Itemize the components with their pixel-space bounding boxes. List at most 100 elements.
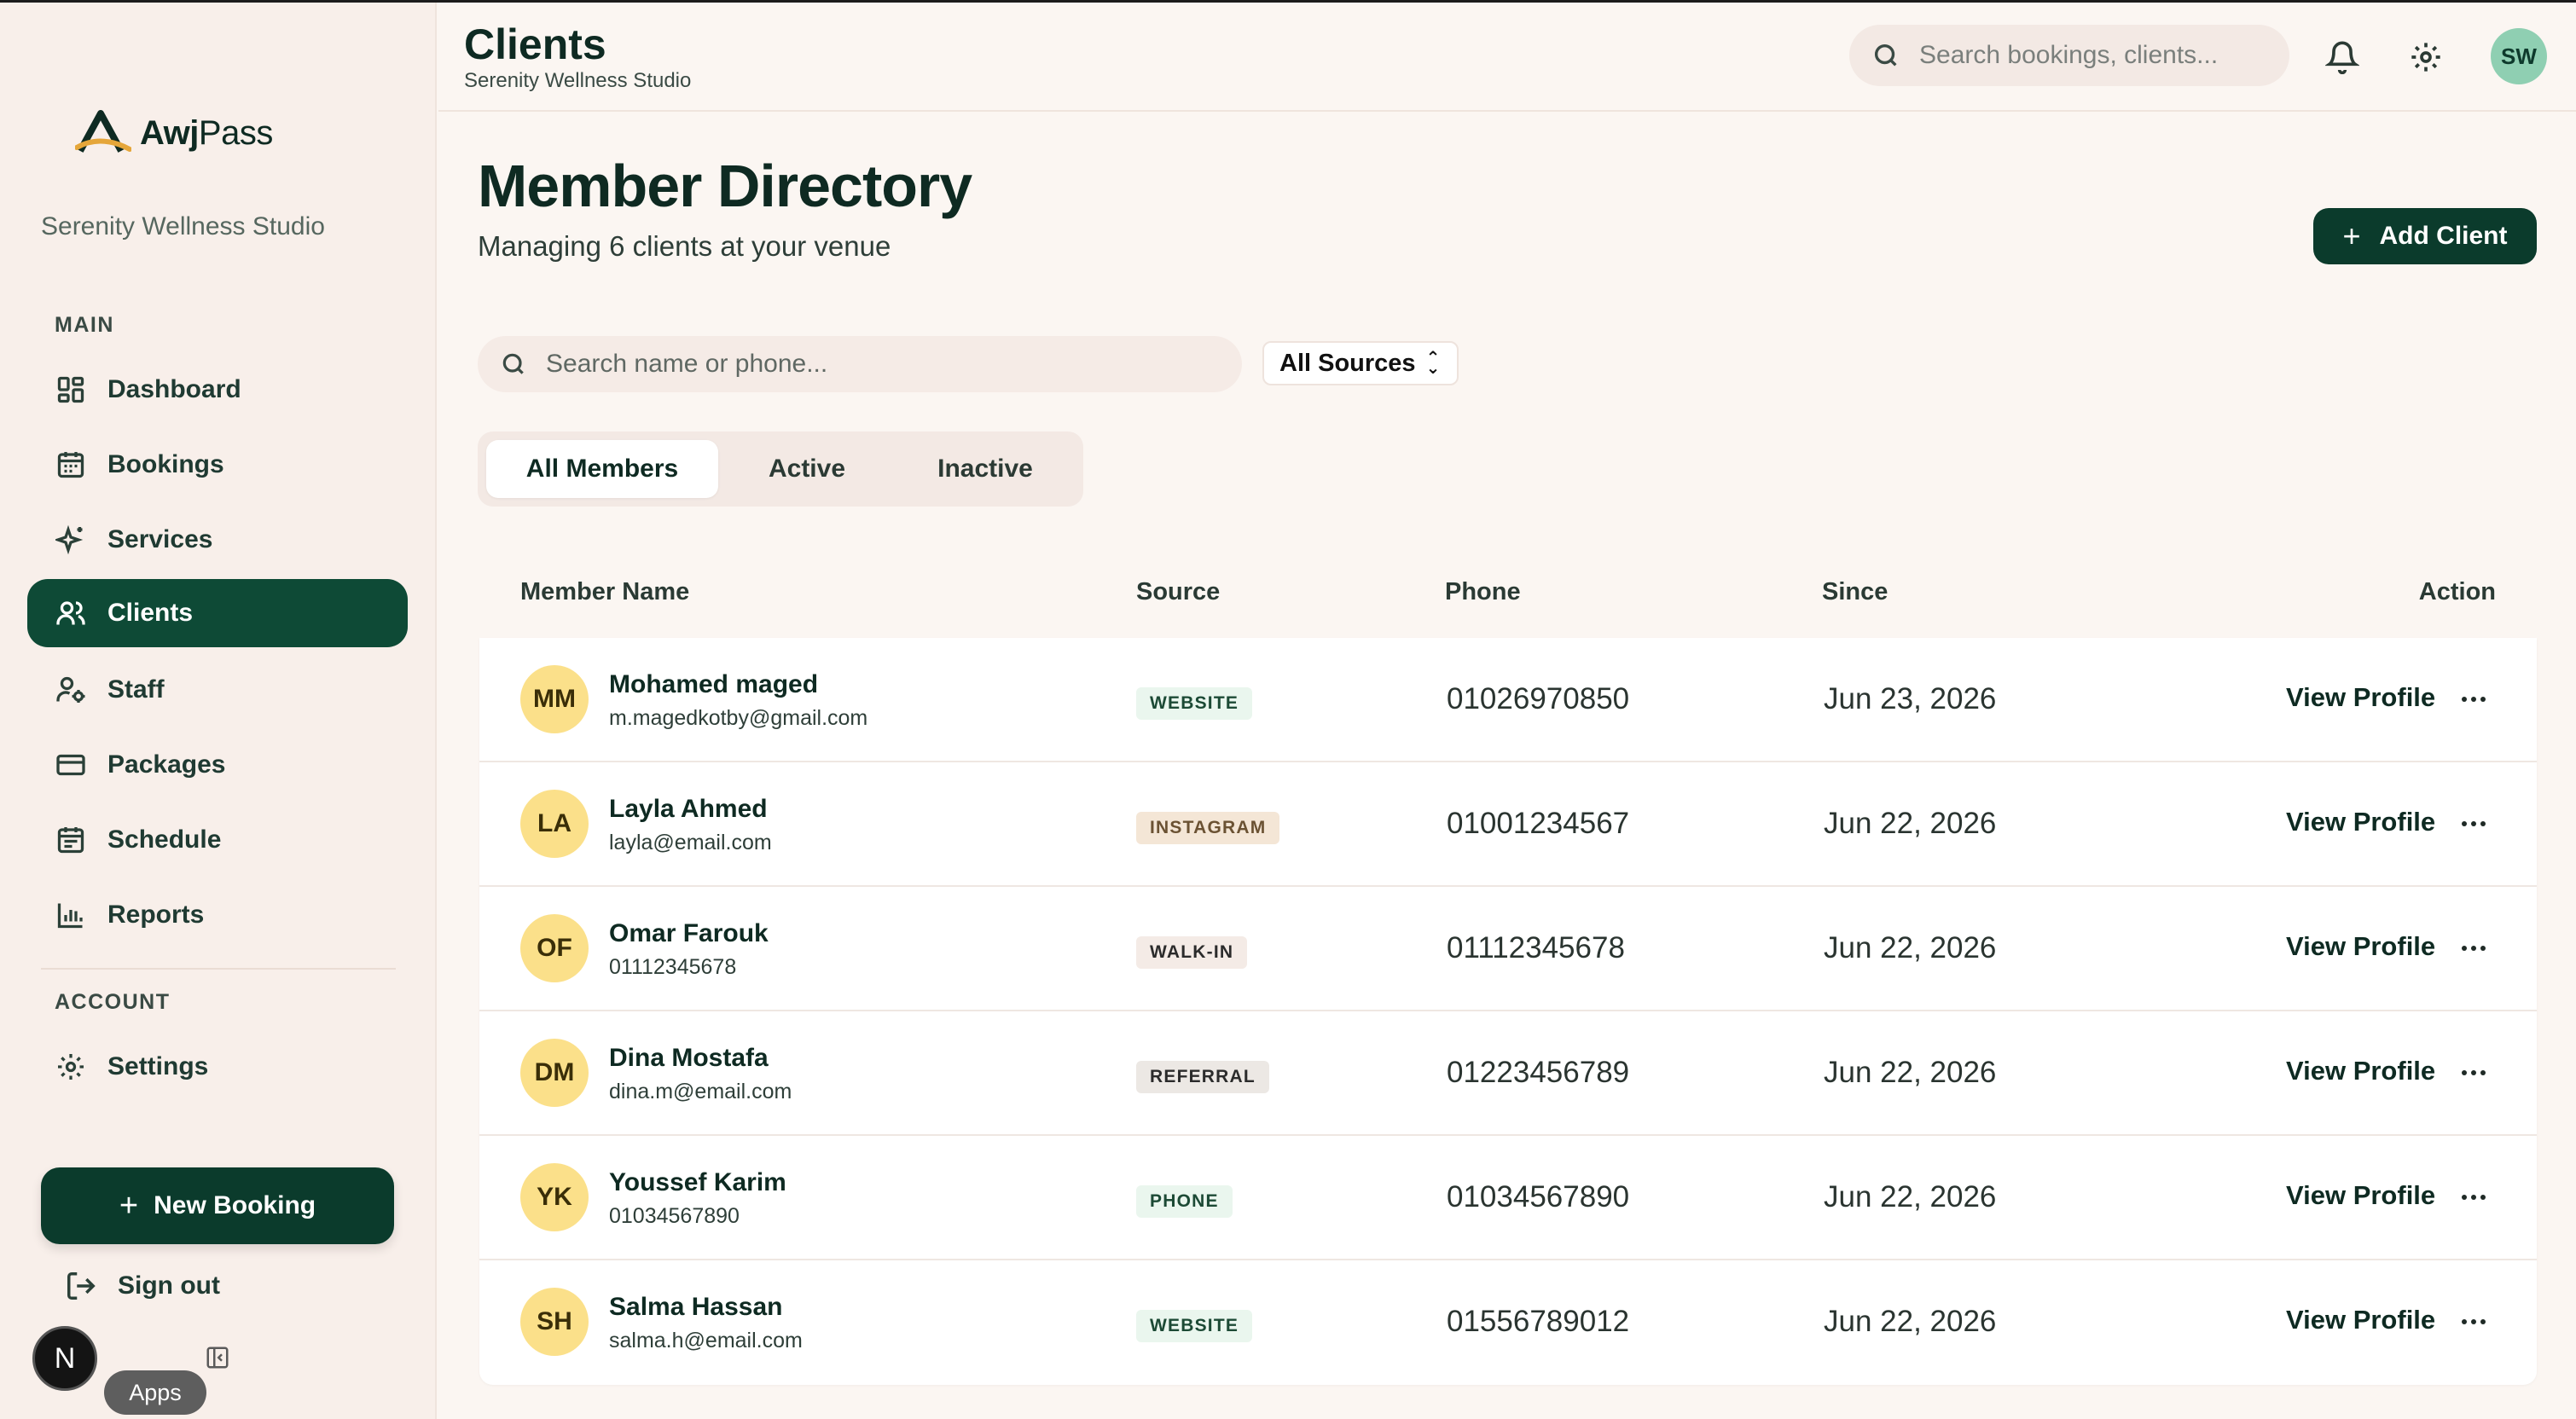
chart-icon	[55, 899, 87, 931]
source-badge: WEBSITE	[1136, 687, 1253, 720]
more-options-icon[interactable]	[2457, 931, 2491, 965]
member-name: Omar Farouk	[609, 919, 769, 947]
view-profile-link[interactable]: View Profile	[2286, 1180, 2435, 1211]
table-row[interactable]: OF Omar Farouk 01112345678 WALK-IN 011123456…	[479, 887, 2537, 1011]
sidebar-item-label: Services	[107, 525, 213, 553]
members-table: MM Mohamed maged m.magedkotby@gmail.com WEB…	[479, 638, 2537, 1385]
sparkles-icon	[55, 524, 87, 556]
member-phone: 01034567890	[1447, 1180, 1630, 1213]
source-badge: WALK-IN	[1136, 936, 1248, 969]
view-profile-link[interactable]: View Profile	[2286, 682, 2435, 713]
tab-all-members[interactable]: All Members	[486, 440, 718, 498]
n-badge-button[interactable]: N	[32, 1326, 97, 1391]
directory-subtitle: Managing 6 clients at your venue	[478, 230, 891, 262]
sidebar-item-label: Settings	[107, 1052, 209, 1080]
gear-icon[interactable]	[2409, 40, 2443, 74]
source-filter-select[interactable]: All Sources ⌃ ⌄	[1262, 341, 1459, 385]
sidebar-item-services[interactable]: Services	[27, 506, 408, 574]
member-since: Jun 22, 2026	[1824, 807, 1997, 840]
member-name: Mohamed maged	[609, 670, 819, 698]
directory-title: Member Directory	[478, 153, 972, 219]
sidebar-item-label: Dashboard	[107, 375, 241, 403]
sidebar-item-label: Packages	[107, 750, 226, 779]
page-title: Clients	[464, 20, 606, 68]
member-search-input[interactable]: Search name or phone...	[478, 336, 1242, 392]
more-options-icon[interactable]	[2457, 682, 2491, 716]
tab-inactive[interactable]: Inactive	[896, 440, 1075, 498]
new-booking-button[interactable]: + New Booking	[41, 1167, 394, 1244]
venue-name: Serenity Wellness Studio	[41, 212, 325, 240]
source-badge: PHONE	[1136, 1185, 1233, 1218]
sidebar-item-packages[interactable]: Packages	[27, 731, 408, 799]
member-contact: layla@email.com	[609, 831, 772, 854]
logo-text: AwjPass	[140, 113, 273, 152]
member-since: Jun 22, 2026	[1824, 1056, 1997, 1089]
member-name: Layla Ahmed	[609, 795, 768, 823]
global-search-placeholder: Search bookings, clients...	[1919, 41, 2219, 69]
sidebar-item-reports[interactable]: Reports	[27, 881, 408, 949]
top-header: Clients Serenity Wellness Studio Search …	[438, 3, 2576, 112]
view-profile-link[interactable]: View Profile	[2286, 931, 2435, 962]
member-phone: 01223456789	[1447, 1056, 1630, 1089]
member-since: Jun 23, 2026	[1824, 682, 1997, 715]
table-row[interactable]: LA Layla Ahmed layla@email.com INSTAGRAM 010…	[479, 762, 2537, 887]
dashboard-icon	[55, 374, 87, 406]
schedule-icon	[55, 824, 87, 856]
sidebar-divider	[41, 968, 396, 970]
table-row[interactable]: DM Dina Mostafa dina.m@email.com REFERRAL 01…	[479, 1011, 2537, 1136]
member-status-tabs: All Members Active Inactive	[478, 431, 1083, 507]
gear-icon	[55, 1051, 87, 1083]
column-header-phone: Phone	[1445, 578, 1521, 605]
member-contact: 01034567890	[609, 1204, 740, 1228]
sidebar-item-schedule[interactable]: Schedule	[27, 806, 408, 874]
sidebar-item-settings[interactable]: Settings	[27, 1033, 408, 1101]
sidebar-item-label: Schedule	[107, 825, 222, 854]
table-row[interactable]: YK Youssef Karim 01034567890 PHONE 010345678…	[479, 1136, 2537, 1260]
member-avatar: SH	[520, 1288, 589, 1356]
column-header-since: Since	[1822, 578, 1888, 605]
logo[interactable]: AwjPass	[75, 108, 273, 158]
member-contact: salma.h@email.com	[609, 1329, 803, 1352]
member-contact: 01112345678	[609, 955, 737, 979]
more-options-icon[interactable]	[2457, 1305, 2491, 1339]
add-client-button[interactable]: + Add Client	[2313, 208, 2537, 264]
source-badge: WEBSITE	[1136, 1310, 1253, 1342]
view-profile-link[interactable]: View Profile	[2286, 1305, 2435, 1335]
user-cog-icon	[55, 674, 87, 706]
sidebar-item-dashboard[interactable]: Dashboard	[27, 356, 408, 424]
source-badge: INSTAGRAM	[1136, 812, 1280, 844]
sidebar-item-bookings[interactable]: Bookings	[27, 431, 408, 499]
logout-icon	[67, 1272, 96, 1300]
sidebar-item-label: Clients	[107, 599, 194, 627]
sidebar-item-clients[interactable]: Clients	[27, 579, 408, 647]
more-options-icon[interactable]	[2457, 1180, 2491, 1214]
view-profile-link[interactable]: View Profile	[2286, 807, 2435, 837]
sidebar-item-staff[interactable]: Staff	[27, 656, 408, 724]
member-avatar: YK	[520, 1163, 589, 1231]
more-options-icon[interactable]	[2457, 1056, 2491, 1090]
view-profile-link[interactable]: View Profile	[2286, 1056, 2435, 1086]
tab-active[interactable]: Active	[722, 440, 892, 498]
sidebar-item-label: Bookings	[107, 450, 224, 478]
sign-out-button[interactable]: Sign out	[65, 1270, 220, 1302]
plus-icon: +	[2342, 218, 2361, 253]
section-label-main: MAIN	[55, 313, 114, 337]
member-name: Salma Hassan	[609, 1293, 783, 1321]
member-name: Youssef Karim	[609, 1168, 786, 1196]
card-icon	[55, 749, 87, 781]
awjpass-logo-icon	[75, 110, 131, 153]
user-avatar[interactable]: SW	[2491, 28, 2547, 84]
collapse-sidebar-icon[interactable]	[205, 1345, 230, 1370]
global-search-input[interactable]: Search bookings, clients...	[1849, 25, 2289, 86]
sidebar-item-label: Reports	[107, 901, 205, 929]
table-row[interactable]: MM Mohamed maged m.magedkotby@gmail.com WEB…	[479, 638, 2537, 762]
table-row[interactable]: SH Salma Hassan salma.h@email.com WEBSITE 01…	[479, 1260, 2537, 1385]
member-phone: 01026970850	[1447, 682, 1630, 715]
member-avatar: OF	[520, 914, 589, 982]
more-options-icon[interactable]	[2457, 807, 2491, 841]
apps-tooltip: Apps	[104, 1370, 206, 1415]
section-label-account: ACCOUNT	[55, 990, 171, 1014]
bell-icon[interactable]	[2324, 40, 2361, 75]
column-header-name: Member Name	[520, 578, 690, 605]
page-subtitle: Serenity Wellness Studio	[464, 69, 692, 92]
